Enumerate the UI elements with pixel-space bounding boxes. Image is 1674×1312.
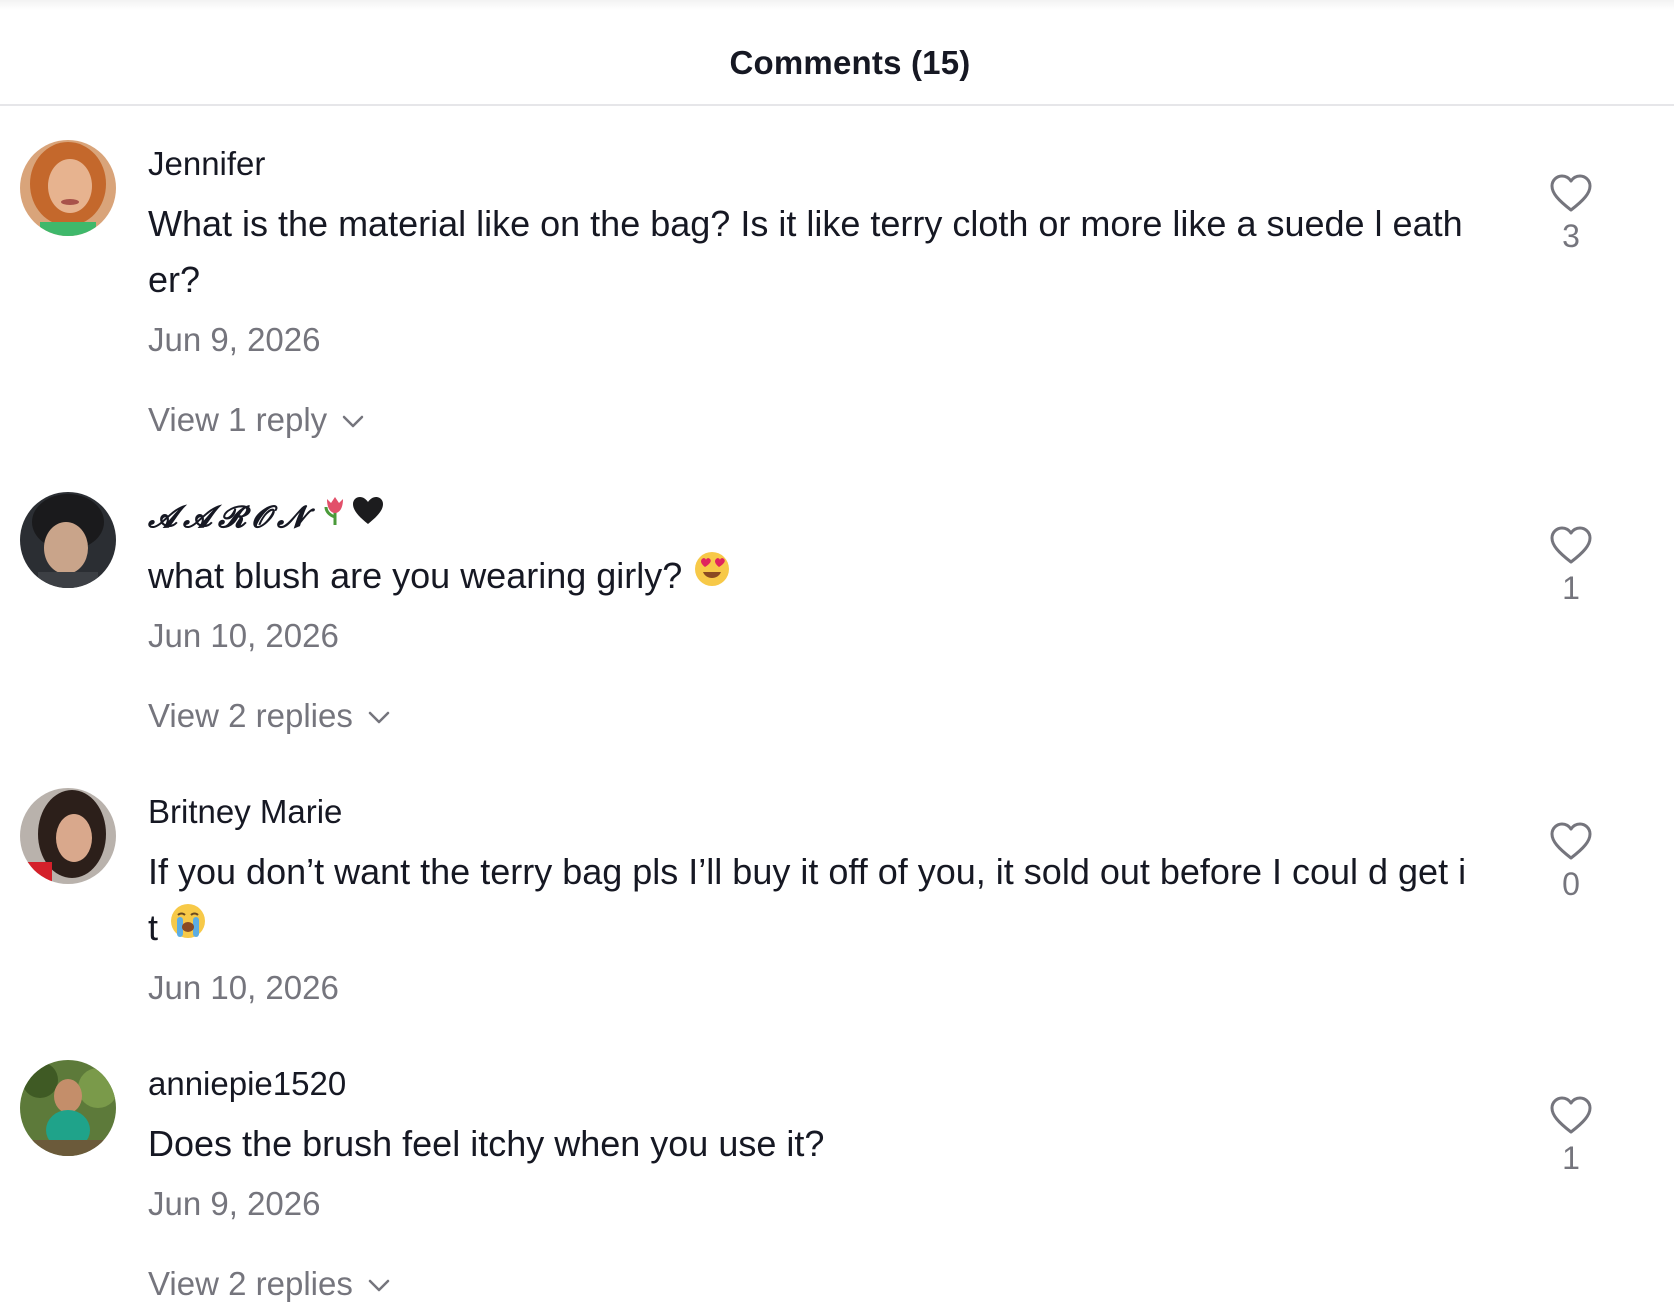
heart-icon [1546, 526, 1596, 566]
user-avatar[interactable] [20, 140, 116, 236]
user-avatar[interactable] [20, 788, 116, 884]
user-avatar[interactable] [20, 1060, 116, 1156]
view-replies-button[interactable]: View 1 reply [148, 401, 365, 441]
comment-text: If you don’t want the terry bag pls I’ll… [148, 844, 1468, 958]
avatar-photo [20, 788, 116, 884]
chevron-down-icon [367, 696, 391, 734]
avatar-photo [20, 1060, 116, 1156]
chevron-down-icon [367, 1264, 391, 1302]
comment-username[interactable]: 𝓐𝓐𝓡𝓞𝓝 [148, 497, 384, 538]
loudly-crying-emoji [170, 899, 206, 955]
comment-date: Jun 10, 2026 [148, 969, 339, 1006]
like-count: 1 [1562, 570, 1580, 606]
like-button[interactable]: 1 [1546, 1096, 1596, 1177]
view-replies-button[interactable]: View 2 replies [148, 1265, 391, 1305]
heart-icon [1546, 174, 1596, 214]
comment-text: What is the material like on the bag? Is… [148, 203, 1463, 300]
view-replies-button[interactable]: View 2 replies [148, 697, 391, 737]
comment-text: Does the brush feel itchy when you use i… [148, 1123, 825, 1164]
comment-text-content: If you don’t want the terry bag pls I’ll… [148, 851, 1467, 948]
comment-text: what blush are you wearing girly? [148, 548, 1468, 606]
heart-icon [1546, 1096, 1596, 1136]
like-button[interactable]: 3 [1546, 174, 1596, 255]
like-button[interactable]: 0 [1546, 822, 1596, 903]
view-replies-label: View 2 replies [148, 697, 353, 734]
avatar-photo [20, 140, 116, 236]
tulip-emoji [320, 495, 350, 535]
like-count: 3 [1562, 218, 1580, 254]
view-replies-label: View 2 replies [148, 1265, 353, 1302]
heart-eyes-emoji [694, 547, 730, 603]
view-replies-label: View 1 reply [148, 401, 328, 438]
comment-username[interactable]: Britney Marie [148, 793, 342, 831]
like-button[interactable]: 1 [1546, 526, 1596, 607]
like-count: 0 [1562, 866, 1580, 902]
black-heart-emoji [352, 496, 384, 534]
like-count: 1 [1562, 1140, 1580, 1176]
comment-username[interactable]: anniepie1520 [148, 1065, 346, 1103]
comment-username-text: 𝓐𝓐𝓡𝓞𝓝 [148, 500, 312, 535]
comment-date: Jun 9, 2026 [148, 1185, 321, 1222]
user-avatar[interactable] [20, 492, 116, 588]
comment-text-content: what blush are you wearing girly? [148, 555, 683, 596]
avatar-photo [20, 492, 116, 588]
comment-username[interactable]: Jennifer [148, 145, 265, 183]
heart-icon [1546, 822, 1596, 862]
chevron-down-icon [341, 400, 365, 438]
comments-title: Comments (15) [729, 44, 971, 81]
comment-date: Jun 9, 2026 [148, 321, 321, 358]
comments-header: Comments (15) [0, 0, 1674, 106]
comment-date: Jun 10, 2026 [148, 617, 339, 654]
